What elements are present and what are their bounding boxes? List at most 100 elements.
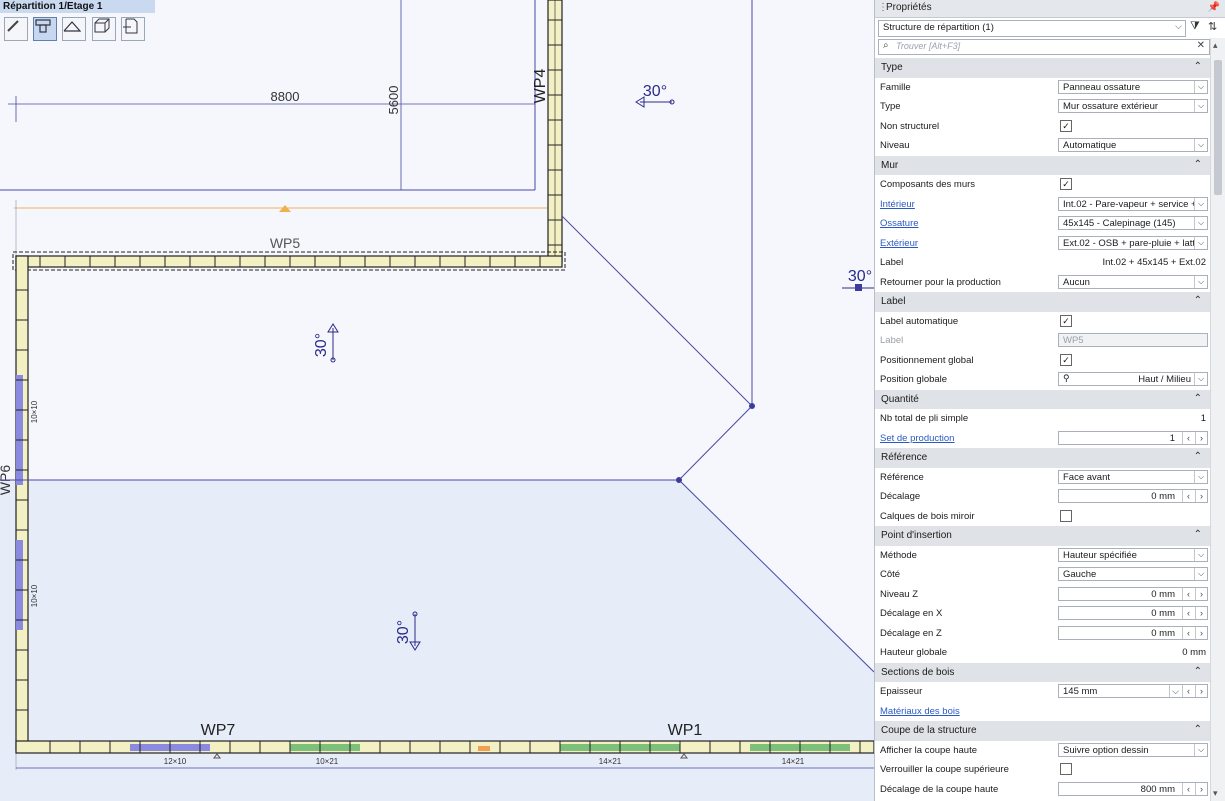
chevron-up-icon[interactable]: ⌃ [1194,61,1202,72]
scroll-up-icon[interactable]: ▴ [1213,40,1218,51]
epaisseur-stepper[interactable]: 145 mm ⌵ ‹ › [1058,684,1208,698]
positionnement-global-checkbox[interactable]: ✓ [1060,353,1072,366]
roof-tool-button[interactable] [62,17,86,41]
chevron-down-icon[interactable]: ⌵ [1194,236,1207,249]
niveau-z-stepper[interactable]: 0 mm ‹ › [1058,586,1208,601]
property-label[interactable]: Intérieur [880,199,915,210]
chevron-down-icon[interactable]: ⌵ [1194,373,1207,385]
filter-icon[interactable]: ⧩ [1190,20,1200,33]
section-header-sections-de-bois[interactable]: Sections de bois ⌃ [875,662,1210,682]
dimension-label-8800: 8800 [271,89,300,104]
chevron-left-icon[interactable]: ‹ [1182,431,1194,444]
section-header-quantite[interactable]: Quantité ⌃ [875,389,1210,409]
decalage-en-z-value[interactable]: 0 mm [1151,628,1175,639]
scrollbar-thumb[interactable] [1214,60,1222,195]
ossature-dropdown[interactable]: 45x145 - Calepinage (145) ⌵ [1058,216,1208,230]
section-header-reference[interactable]: Référence ⌃ [875,448,1210,468]
chevron-right-icon[interactable]: › [1195,685,1207,697]
chevron-left-icon[interactable]: ‹ [1182,490,1194,502]
position-globale-dropdown[interactable]: ⚲ Haut / Milieu ⌵ [1058,372,1208,386]
chevron-down-icon[interactable]: ⌵ [1194,197,1207,210]
chevron-up-icon[interactable]: ⌃ [1194,666,1202,677]
vertical-scrollbar[interactable]: ▴ ▾ [1210,38,1225,801]
section-header-type[interactable]: Type ⌃ [875,58,1210,78]
chevron-up-icon[interactable]: ⌃ [1194,393,1202,404]
section-title: Label [881,296,906,307]
pencil-tool-button[interactable] [4,17,28,41]
calques-de-bois-miroir-checkbox[interactable] [1060,509,1072,522]
chevron-up-icon[interactable]: ⌃ [1194,529,1202,540]
chevron-up-icon[interactable]: ⌃ [1194,295,1202,306]
decalage-en-x-value[interactable]: 0 mm [1151,608,1175,619]
decalage-stepper[interactable]: 0 mm ‹ › [1058,489,1208,503]
non-structurel-checkbox[interactable]: ✓ [1060,119,1072,132]
chevron-down-icon[interactable]: ⌵ [1194,100,1207,112]
property-label[interactable]: Set de production [880,433,954,444]
decalage-de-la-coupe-haute-value[interactable]: 800 mm [1141,784,1175,795]
decalage-value[interactable]: 0 mm [1151,491,1175,502]
wall-distribution-tool-button[interactable] [33,17,57,41]
chevron-right-icon[interactable]: › [1195,626,1207,639]
set-de-production-value[interactable]: 1 [1170,433,1175,444]
floor-plan-drawing[interactable]: 8800 5600 WP4 WP5 WP6 10×10 10×10 WP7 WP… [0,0,874,801]
decalage-de-la-coupe-haute-stepper[interactable]: 800 mm ‹ › [1058,781,1208,796]
export-tool-button[interactable] [121,17,145,41]
sort-icon[interactable]: ⇅ [1208,20,1217,33]
afficher-la-coupe-haute-dropdown[interactable]: Suivre option dessin ⌵ [1058,742,1208,757]
search-field[interactable]: ⌕ Trouver [Alt+F3] ✕ [878,39,1210,55]
selection-dropdown[interactable]: Structure de répartition (1) ⌵ [878,20,1186,37]
niveau-z-value[interactable]: 0 mm [1151,589,1175,600]
verrouiller-la-coupe-superieure-checkbox[interactable] [1060,763,1072,775]
niveau-dropdown[interactable]: Automatique ⌵ [1058,138,1208,152]
chevron-down-icon[interactable]: ⌵ [1169,685,1181,697]
decalage-en-x-stepper[interactable]: 0 mm ‹ › [1058,606,1208,620]
composants-des-murs-checkbox[interactable]: ✓ [1060,178,1072,190]
3d-view-tool-button[interactable] [92,17,116,41]
pin-icon[interactable]: 📌 [1208,2,1220,13]
set-de-production-stepper[interactable]: 1 ‹ › [1058,430,1208,445]
decalage-en-z-stepper[interactable]: 0 mm ‹ › [1058,625,1208,640]
chevron-right-icon[interactable]: › [1195,782,1207,795]
chevron-down-icon[interactable]: ⌵ [1194,743,1207,756]
chevron-right-icon[interactable]: › [1195,587,1207,600]
retourner-pour-la-production-dropdown[interactable]: Aucun ⌵ [1058,274,1208,289]
chevron-up-icon[interactable]: ⌃ [1194,159,1202,170]
chevron-down-icon[interactable]: ⌵ [1194,80,1207,93]
chevron-down-icon[interactable]: ⌵ [1194,275,1207,288]
label-automatique-checkbox[interactable]: ✓ [1060,314,1072,327]
chevron-up-icon[interactable]: ⌃ [1194,724,1202,735]
chevron-right-icon[interactable]: › [1195,607,1207,619]
chevron-down-icon[interactable]: ⌵ [1194,470,1207,483]
wall-distribution-icon [35,19,51,33]
drawing-canvas[interactable]: 8800 5600 WP4 WP5 WP6 10×10 10×10 WP7 WP… [0,0,874,801]
exterieur-dropdown[interactable]: Ext.02 - OSB + pare-pluie + latt ⌵ [1058,235,1208,250]
chevron-up-icon[interactable]: ⌃ [1194,451,1202,462]
reference-dropdown[interactable]: Face avant ⌵ [1058,469,1208,484]
section-header-point-d-insertion[interactable]: Point d'insertion ⌃ [875,526,1210,546]
chevron-down-icon[interactable]: ⌵ [1194,139,1207,151]
chevron-down-icon[interactable]: ⌵ [1194,548,1207,561]
scroll-down-icon[interactable]: ▾ [1213,788,1218,799]
property-label[interactable]: Extérieur [880,238,918,249]
clear-icon[interactable]: ✕ [1197,40,1205,51]
chevron-down-icon[interactable]: ⌵ [1194,568,1207,580]
famille-dropdown[interactable]: Panneau ossature ⌵ [1058,79,1208,94]
chevron-left-icon[interactable]: ‹ [1182,607,1194,619]
section-header-label[interactable]: Label ⌃ [875,292,1210,312]
type-dropdown[interactable]: Mur ossature extérieur ⌵ [1058,99,1208,113]
chevron-right-icon[interactable]: › [1195,431,1207,444]
interieur-dropdown[interactable]: Int.02 - Pare-vapeur + service + ⌵ [1058,196,1208,211]
chevron-left-icon[interactable]: ‹ [1182,626,1194,639]
chevron-left-icon[interactable]: ‹ [1182,587,1194,600]
chevron-down-icon[interactable]: ⌵ [1194,217,1207,229]
property-label[interactable]: Ossature [880,218,919,229]
section-header-mur[interactable]: Mur ⌃ [875,155,1210,175]
chevron-right-icon[interactable]: › [1195,490,1207,502]
property-label[interactable]: Matériaux des bois [880,706,960,717]
chevron-left-icon[interactable]: ‹ [1182,782,1194,795]
methode-dropdown[interactable]: Hauteur spécifiée ⌵ [1058,547,1208,562]
property-label: Décalage de la coupe haute [880,783,999,795]
cote-dropdown[interactable]: Gauche ⌵ [1058,567,1208,581]
chevron-left-icon[interactable]: ‹ [1182,685,1194,697]
section-header-coupe-de-la-structure[interactable]: Coupe de la structure ⌃ [875,721,1210,741]
